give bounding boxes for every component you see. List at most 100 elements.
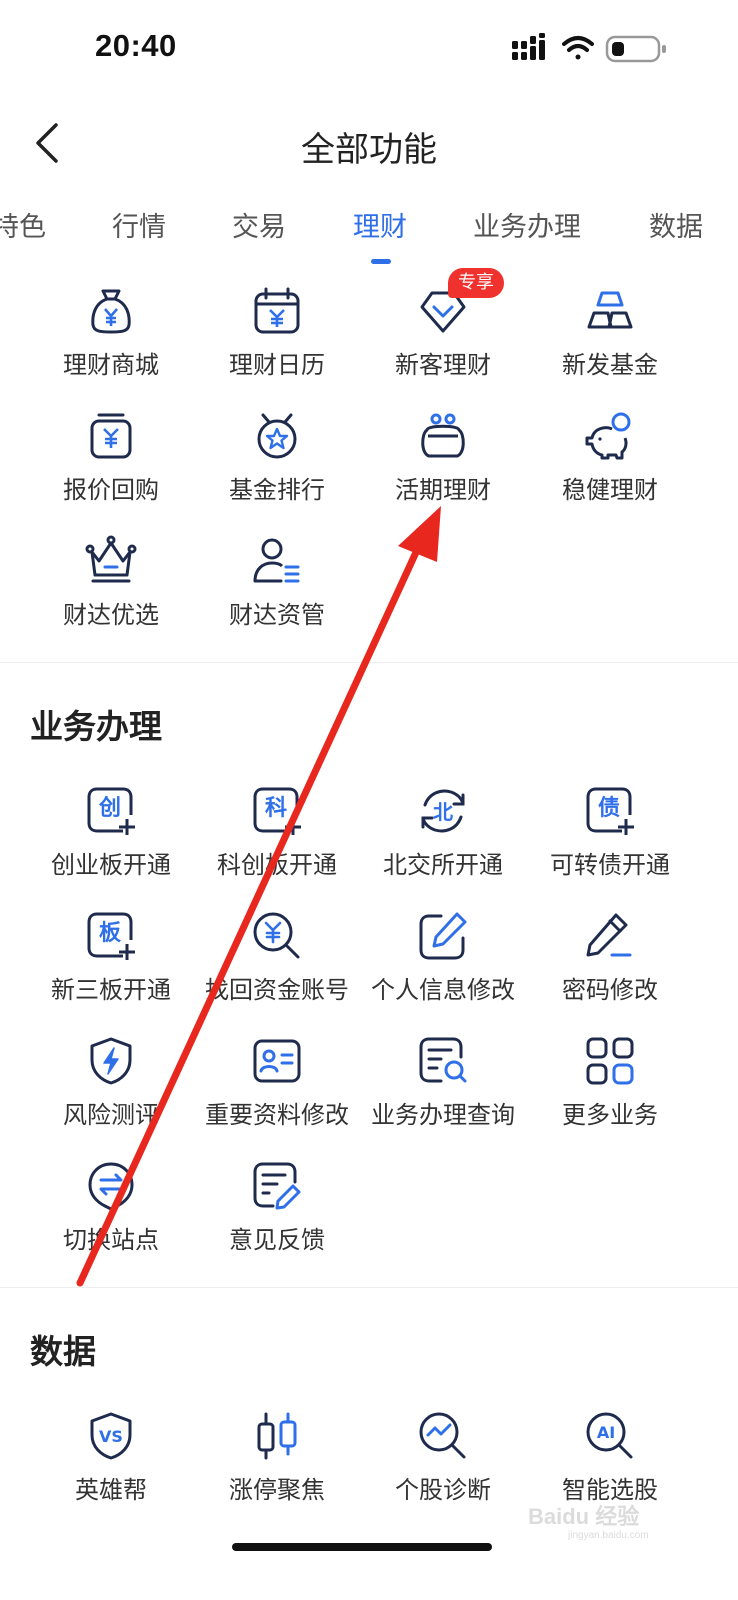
ke-plus-icon: 科 xyxy=(253,787,301,835)
wifi-icon xyxy=(562,36,594,60)
grid-label: 稳健理财 xyxy=(562,476,658,504)
star-medal-icon xyxy=(257,413,297,459)
grid-item-caida-youxuan[interactable]: 财达优选 xyxy=(28,535,194,659)
purse-icon xyxy=(421,413,465,458)
svg-text:jingyan.baidu.com: jingyan.baidu.com xyxy=(567,1530,649,1540)
grid-item-gengduo-yewu[interactable]: 更多业务 xyxy=(527,1035,693,1159)
grid-item-wenjian-licai[interactable]: 稳健理财 xyxy=(527,410,693,534)
grid-item-zhaohui-zhanghao[interactable]: 找回资金账号 xyxy=(194,910,360,1034)
grid-label: 理财日历 xyxy=(229,351,325,379)
svg-text:Baidu 经验: Baidu 经验 xyxy=(528,1504,639,1529)
grid-item-xinfa-jijin[interactable]: 新发基金 xyxy=(527,285,693,409)
tab-licai[interactable]: 理财 xyxy=(353,205,407,244)
grid-label: 个股诊断 xyxy=(395,1476,491,1504)
crown-icon xyxy=(85,535,137,583)
grid-item-xinke-licai[interactable]: 新客理财 xyxy=(360,285,526,409)
grid-label: 涨停聚焦 xyxy=(229,1476,325,1504)
grid-label: 风险测评 xyxy=(63,1101,159,1129)
baidu-watermark: Baidu 经验 jingyan.baidu.com xyxy=(528,1504,649,1540)
grid-label: 更多业务 xyxy=(562,1101,658,1129)
grid-item-baojia-huigou[interactable]: 报价回购 xyxy=(28,410,194,534)
id-card-icon xyxy=(253,1039,301,1083)
gold-bars-icon xyxy=(587,291,633,329)
grid-label: 意见反馈 xyxy=(229,1226,325,1254)
grid-label: 报价回购 xyxy=(63,476,159,504)
grid-item-yewu-chaxun[interactable]: 业务办理查询 xyxy=(360,1035,526,1159)
status-bar: 20:40 xyxy=(0,0,738,100)
grid-item-mima-xiugai[interactable]: 密码修改 xyxy=(527,910,693,1034)
section-title-data: 数据 xyxy=(30,1332,96,1371)
signal-icon xyxy=(512,33,545,60)
svg-text:北: 北 xyxy=(433,800,453,824)
grid-item-yingxiongbang[interactable]: VS 英雄帮 xyxy=(28,1410,194,1534)
battery-icon xyxy=(605,35,666,63)
grid-label: 业务办理查询 xyxy=(371,1101,515,1129)
grid-item-chuangyeban[interactable]: 创 创业板开通 xyxy=(28,785,194,909)
person-list-icon xyxy=(253,538,300,583)
grid-item-qiehuan-zhandian[interactable]: 切换站点 xyxy=(28,1160,194,1284)
active-tab-indicator xyxy=(371,259,391,264)
grid-item-kezhuanzhai[interactable]: 债 可转债开通 xyxy=(527,785,693,909)
grid-item-zhangting-jujiao[interactable]: 涨停聚焦 xyxy=(194,1410,360,1534)
edit-box-icon xyxy=(419,912,467,960)
tab-shuju[interactable]: 数据 xyxy=(649,205,703,244)
grid-label: 新客理财 xyxy=(395,351,491,379)
tab-yewu[interactable]: 业务办理 xyxy=(473,205,581,244)
svg-text:AI: AI xyxy=(597,1423,615,1442)
home-indicator xyxy=(232,1543,492,1551)
grid-label: 科创板开通 xyxy=(217,851,337,879)
chart-search-icon xyxy=(419,1412,466,1459)
grid-item-jijin-paihang[interactable]: 基金排行 xyxy=(194,410,360,534)
grid-item-gegu-zhenduan[interactable]: 个股诊断 xyxy=(360,1410,526,1534)
grid-item-xinsanban[interactable]: 板 新三板开通 xyxy=(28,910,194,1034)
grid-label: 理财商城 xyxy=(63,351,159,379)
zhai-plus-icon: 债 xyxy=(586,787,634,835)
category-tabs: 特色 行情 交易 理财 业务办理 数据 xyxy=(0,200,738,270)
grid-item-licai-shangcheng[interactable]: 理财商城 xyxy=(28,285,194,409)
grid-label: 财达资管 xyxy=(229,601,325,629)
grid-apps-icon xyxy=(586,1037,634,1085)
exclusive-badge: 专享 xyxy=(448,268,504,298)
grid-item-kechuangban[interactable]: 科 科创板开通 xyxy=(194,785,360,909)
money-bag-icon xyxy=(91,289,131,334)
grid-item-geren-xinxi[interactable]: 个人信息修改 xyxy=(360,910,526,1034)
grid-label: 创业板开通 xyxy=(51,851,171,879)
ai-search-icon: AI xyxy=(586,1412,633,1459)
svg-text:债: 债 xyxy=(598,796,620,821)
yuan-box-icon xyxy=(90,413,132,459)
section-divider xyxy=(0,662,738,663)
svg-text:科: 科 xyxy=(265,796,287,821)
pencil-icon xyxy=(586,913,632,957)
grid-item-zhongyao-ziliao[interactable]: 重要资料修改 xyxy=(194,1035,360,1159)
grid-item-licai-rili[interactable]: 理财日历 xyxy=(194,285,360,409)
grid-item-yijian-fankui[interactable]: 意见反馈 xyxy=(194,1160,360,1284)
grid-label: 新发基金 xyxy=(562,351,658,379)
shield-bolt-icon xyxy=(90,1037,132,1085)
grid-label: 个人信息修改 xyxy=(371,976,515,1004)
feedback-edit-icon xyxy=(253,1162,301,1210)
grid-label: 财达优选 xyxy=(63,601,159,629)
yuan-search-icon xyxy=(253,912,300,959)
grid-label: 活期理财 xyxy=(395,476,491,504)
grid-label: 切换站点 xyxy=(63,1226,159,1254)
svg-text:创: 创 xyxy=(98,796,121,821)
grid-item-caida-ziguan[interactable]: 财达资管 xyxy=(194,535,360,659)
grid-item-huoqi-licai[interactable]: 活期理财 xyxy=(360,410,526,534)
svg-text:VS: VS xyxy=(99,1427,123,1446)
section-divider xyxy=(0,1287,738,1288)
bei-refresh-icon: 北 xyxy=(421,789,465,833)
grid-label: 北交所开通 xyxy=(383,851,503,879)
tab-jiaoyi[interactable]: 交易 xyxy=(232,205,286,244)
calendar-yuan-icon xyxy=(254,287,300,334)
grid-label: 英雄帮 xyxy=(75,1476,147,1504)
nav-bar: 全部功能 xyxy=(0,100,738,190)
tab-hangqing[interactable]: 行情 xyxy=(112,205,166,244)
grid-item-beijiaosuo[interactable]: 北 北交所开通 xyxy=(360,785,526,909)
status-time: 20:40 xyxy=(95,28,177,63)
piggy-bank-icon xyxy=(585,412,631,460)
grid-label: 可转债开通 xyxy=(550,851,670,879)
grid-item-fengxian-cepin[interactable]: 风险测评 xyxy=(28,1035,194,1159)
vs-shield-icon: VS xyxy=(90,1412,132,1460)
document-search-icon xyxy=(419,1037,467,1083)
tab-tese[interactable]: 特色 xyxy=(0,205,46,244)
